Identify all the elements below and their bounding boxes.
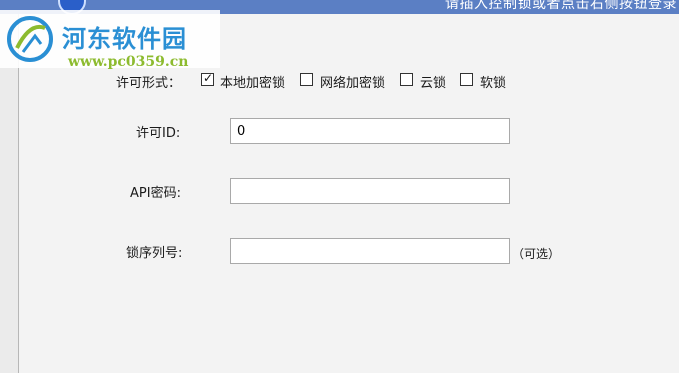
watermark-title: 河东软件园 [62, 24, 187, 53]
api-password-input[interactable] [230, 178, 510, 204]
license-option-cloud-checkbox[interactable] [400, 73, 413, 86]
license-option-local-label[interactable]: 本地加密锁 [220, 72, 285, 91]
license-option-cloud-label[interactable]: 云锁 [420, 72, 446, 91]
title-bar-text: 请插入控制锁或者点击右侧按钮登录 [445, 0, 677, 12]
license-option-soft-checkbox[interactable] [460, 73, 473, 86]
license-type-label: 许可形式： [116, 76, 182, 91]
check-mark-icon: ✓ [203, 71, 214, 85]
license-option-local-checkbox[interactable]: ✓ [201, 71, 214, 86]
watermark-logo-icon [7, 16, 53, 62]
watermark: 河东软件园 www.pc0359.cn [0, 10, 220, 70]
lock-serial-label: 锁序列号: [126, 246, 183, 261]
license-option-network-checkbox[interactable] [300, 73, 313, 86]
api-password-label: API密码: [130, 186, 181, 201]
lock-serial-input[interactable] [230, 238, 510, 264]
license-id-input[interactable] [230, 118, 510, 144]
license-option-soft-label[interactable]: 软锁 [480, 72, 506, 91]
optional-note: （可选） [512, 247, 561, 261]
license-id-label: 许可ID: [136, 126, 181, 141]
watermark-url: www.pc0359.cn [68, 54, 189, 70]
license-option-network-label[interactable]: 网络加密锁 [320, 72, 385, 91]
